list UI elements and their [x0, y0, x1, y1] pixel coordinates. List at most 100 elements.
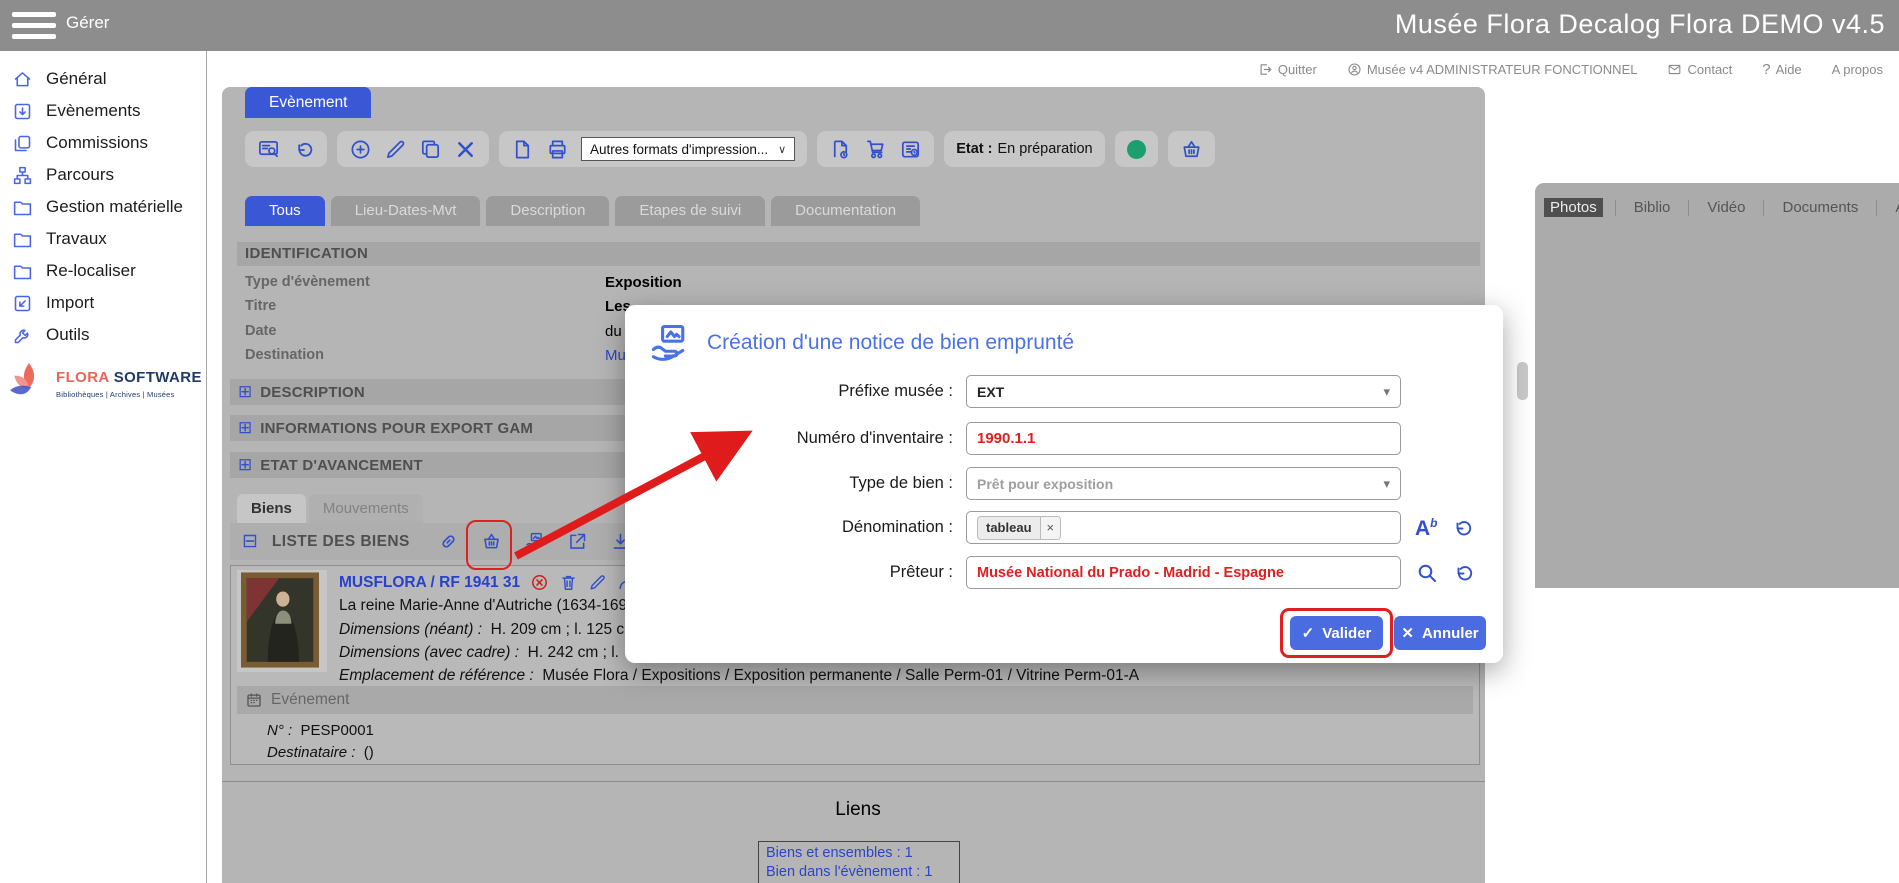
loan-hand-image-icon[interactable] — [524, 531, 545, 552]
external-link-icon[interactable] — [567, 531, 588, 552]
denomination-input[interactable]: tableau × — [966, 511, 1401, 544]
modal-title: Création d'une notice de bien emprunté — [707, 331, 1074, 355]
expand-icon: ⊞ — [238, 455, 252, 475]
document-icon[interactable] — [511, 138, 534, 161]
sidebar-item-evenements[interactable]: Evènements — [0, 95, 206, 127]
numero-inventaire-input[interactable]: 1990.1.1 — [966, 422, 1401, 455]
toolbar-group-attach — [817, 131, 934, 167]
check-icon: ✓ — [1302, 624, 1315, 642]
tab-biens[interactable]: Biens — [237, 494, 306, 523]
item-reference-link[interactable]: MUSFLORA / RF 1941 31 — [339, 574, 520, 592]
tab-video[interactable]: Vidéo — [1701, 198, 1751, 217]
basket-button[interactable] — [1168, 131, 1215, 167]
add-icon[interactable] — [349, 138, 372, 161]
undo-icon[interactable] — [292, 138, 315, 161]
preteur-input[interactable]: Musée National du Prado - Madrid - Espag… — [966, 556, 1401, 589]
duplicate-icon[interactable] — [419, 138, 442, 161]
identification-header: IDENTIFICATION — [237, 242, 1480, 266]
status-badge: Etat :En préparation — [944, 131, 1104, 167]
sidebar-item-import[interactable]: Import — [0, 287, 206, 319]
tab-documentation[interactable]: Documentation — [771, 196, 920, 226]
sidebar-divider — [206, 51, 207, 883]
panel-collapse-handle[interactable] — [1517, 362, 1528, 400]
prefixe-musee-select[interactable]: EXT ▾ — [966, 375, 1401, 408]
delete-x-icon[interactable] — [454, 138, 477, 161]
modal-buttons: ✓ Valider ✕ Annuler — [625, 616, 1503, 652]
expand-icon: ⊞ — [238, 382, 252, 402]
sidebar-item-relocaliser[interactable]: Re-localiser — [0, 255, 206, 287]
list-search-icon[interactable] — [257, 138, 280, 161]
logo-tagline: Bibliothèques | Archives | Musées — [56, 390, 202, 399]
tab-archives[interactable]: Archives — [1889, 198, 1899, 217]
tab-description[interactable]: Description — [486, 196, 609, 226]
liens-link-bien-evenement[interactable]: Bien dans l'évènement : 1 — [766, 863, 952, 882]
user-account[interactable]: Musée v4 ADMINISTRATEUR FONCTIONNEL — [1347, 62, 1638, 77]
tab-tous[interactable]: Tous — [245, 196, 325, 226]
printer-icon[interactable] — [546, 138, 569, 161]
sidebar-item-gestion-materielle[interactable]: Gestion matérielle — [0, 191, 206, 223]
row-type-de-bien: Type de bien : Prêt pour exposition ▾ — [625, 467, 1503, 500]
record-type-tab-evenement[interactable]: Evènement — [245, 87, 371, 118]
item-title: La reine Marie-Anne d'Autriche (1634-169 — [339, 597, 627, 615]
destination-link[interactable]: Mu — [605, 347, 626, 364]
row-preteur: Prêteur : Musée National du Prado - Madr… — [625, 556, 1503, 589]
basket-icon[interactable] — [481, 531, 502, 552]
folder-icon — [12, 261, 33, 282]
trash-icon[interactable] — [559, 573, 578, 592]
remove-circle-icon[interactable] — [530, 573, 549, 592]
logo-text-flora: FLORA — [56, 369, 109, 386]
preteur-field-actions — [1415, 556, 1475, 589]
annuler-button[interactable]: ✕ Annuler — [1394, 616, 1486, 650]
record-tabs: Tous Lieu-Dates-Mvt Description Etapes d… — [245, 196, 920, 226]
type-de-bien-select[interactable]: Prêt pour exposition ▾ — [966, 467, 1401, 500]
x-icon: ✕ — [1401, 624, 1414, 642]
sidebar-item-parcours[interactable]: Parcours — [0, 159, 206, 191]
menu-label[interactable]: Gérer — [66, 13, 109, 33]
user-icon — [1347, 62, 1362, 77]
authority-ab-icon[interactable]: Ab — [1415, 517, 1438, 539]
undo-icon[interactable] — [1450, 516, 1474, 540]
document-history-icon[interactable] — [899, 138, 922, 161]
tab-separator — [1688, 200, 1689, 216]
toolbar-group-print: Autres formats d'impression... ∨ — [499, 131, 807, 167]
valider-button[interactable]: ✓ Valider — [1290, 616, 1383, 650]
folder-icon — [12, 229, 33, 250]
tab-photos[interactable]: Photos — [1544, 198, 1603, 217]
tab-lieu-dates-mvt[interactable]: Lieu-Dates-Mvt — [331, 196, 481, 226]
sidebar: Général Evènements Commissions Parcours … — [0, 51, 206, 883]
sidebar-item-general[interactable]: Général — [0, 63, 206, 95]
biens-tabs: Biens Mouvements — [237, 494, 423, 523]
tab-biblio[interactable]: Biblio — [1628, 198, 1677, 217]
liens-link-biens-ensembles[interactable]: Biens et ensembles : 1 — [766, 844, 952, 863]
sitemap-icon — [12, 165, 33, 186]
link-icon[interactable] — [438, 531, 459, 552]
tab-documents[interactable]: Documents — [1776, 198, 1864, 217]
quitter-button[interactable]: Quitter — [1258, 62, 1317, 77]
search-icon[interactable] — [1415, 561, 1439, 585]
trolley-icon[interactable] — [864, 138, 887, 161]
hamburger-menu-icon[interactable] — [12, 12, 56, 39]
edit-pencil-icon[interactable] — [384, 138, 407, 161]
edit-pencil-icon[interactable] — [588, 573, 607, 592]
collapse-icon[interactable]: ⊟ — [242, 530, 258, 553]
event-box-icon — [12, 101, 33, 122]
chip-remove-icon[interactable]: × — [1040, 517, 1061, 539]
tab-mouvements[interactable]: Mouvements — [309, 494, 423, 523]
sidebar-item-commissions[interactable]: Commissions — [0, 127, 206, 159]
item-emplacement: Emplacement de référence : Musée Flora /… — [339, 667, 1139, 685]
app-title: Musée Flora Decalog Flora DEMO v4.5 — [1395, 9, 1885, 40]
document-paperclip-icon[interactable] — [829, 138, 852, 161]
wrench-icon — [12, 325, 33, 346]
artwork-thumbnail[interactable] — [241, 570, 319, 670]
aide-button[interactable]: ?Aide — [1762, 61, 1801, 78]
item-dimensions-2: Dimensions (avec cadre) : H. 242 cm ; l. — [339, 644, 619, 662]
home-icon — [12, 69, 33, 90]
tab-etapes-de-suivi[interactable]: Etapes de suivi — [615, 196, 765, 226]
undo-icon[interactable] — [1451, 561, 1475, 585]
print-format-select[interactable]: Autres formats d'impression... ∨ — [581, 137, 795, 161]
sidebar-item-outils[interactable]: Outils — [0, 319, 206, 351]
apropos-button[interactable]: A propos — [1832, 62, 1883, 77]
sidebar-item-travaux[interactable]: Travaux — [0, 223, 206, 255]
top-bar: Gérer Musée Flora Decalog Flora DEMO v4.… — [0, 0, 1899, 51]
contact-button[interactable]: Contact — [1667, 62, 1732, 77]
